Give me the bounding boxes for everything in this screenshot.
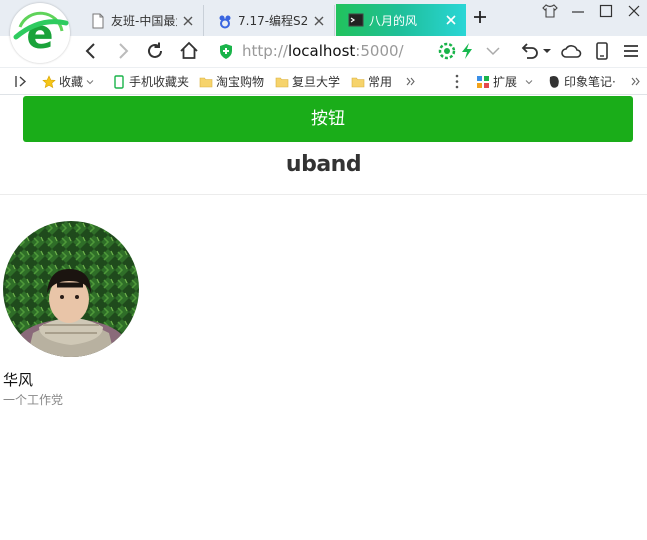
bookmark-label: 淘宝购物 bbox=[216, 75, 265, 89]
avatar bbox=[3, 221, 139, 357]
tab-label: 友班-中国最大 bbox=[111, 14, 177, 28]
maximize-icon[interactable] bbox=[597, 2, 615, 20]
bookmark-label: 收藏 bbox=[59, 75, 84, 89]
tab-uband-home[interactable]: 友班-中国最大 bbox=[78, 5, 204, 36]
page-content: 按钮 uband 华风 一个工作党 bbox=[0, 96, 647, 540]
primary-button[interactable]: 按钮 bbox=[23, 96, 633, 142]
address-bar-row: http://localhost:5000/ bbox=[0, 36, 647, 67]
folder-icon bbox=[199, 77, 213, 87]
url-port: :5000/ bbox=[355, 42, 404, 60]
vertical-dots-icon[interactable] bbox=[452, 73, 462, 90]
sidebar-toggle-icon[interactable] bbox=[14, 73, 28, 90]
chevron-down-icon bbox=[525, 79, 533, 84]
close-icon[interactable] bbox=[444, 13, 458, 27]
bookmark-fudan[interactable]: 复旦大学 bbox=[275, 73, 340, 90]
star-icon bbox=[42, 74, 56, 88]
svg-text:e: e bbox=[26, 12, 53, 58]
lightning-icon[interactable] bbox=[460, 42, 474, 60]
bookmark-taobao[interactable]: 淘宝购物 bbox=[199, 73, 264, 90]
cloud-icon[interactable] bbox=[560, 40, 582, 62]
bookmark-evernote[interactable]: 印象笔记· bbox=[547, 73, 616, 90]
document-icon bbox=[92, 13, 104, 28]
profile-name: 华风 bbox=[3, 371, 34, 389]
chevron-down-icon[interactable] bbox=[542, 46, 552, 56]
bookmark-label: 扩展 bbox=[493, 75, 518, 89]
tab-programming-s2[interactable]: 7.17-编程S2_ bbox=[205, 5, 335, 36]
mobile-icon[interactable] bbox=[591, 40, 613, 62]
bookmark-label: 手机收藏夹 bbox=[129, 75, 190, 89]
extensions-icon bbox=[477, 75, 489, 88]
phone-icon bbox=[114, 74, 124, 89]
tab-strip: e 友班-中国最大 7.17-编程S2_ bbox=[0, 0, 647, 63]
bookmark-favorites[interactable]: 收藏 bbox=[42, 73, 94, 90]
tab-label: 八月的风 bbox=[369, 13, 418, 28]
baidu-paw-icon bbox=[219, 15, 231, 28]
url-host: localhost bbox=[287, 42, 356, 60]
refresh-icon[interactable] bbox=[144, 40, 166, 62]
chevron-down-icon[interactable] bbox=[484, 42, 502, 60]
minimize-icon[interactable] bbox=[569, 2, 587, 20]
back-icon[interactable] bbox=[80, 40, 102, 62]
speed-mode-icon[interactable] bbox=[438, 42, 456, 60]
bookmark-label: 印象笔记· bbox=[564, 75, 616, 89]
bookmark-label: 复旦大学 bbox=[292, 75, 341, 89]
tab-label: 7.17-编程S2_ bbox=[238, 14, 308, 28]
bookmark-mobile[interactable]: 手机收藏夹 bbox=[112, 73, 189, 90]
browser-chrome: e 友班-中国最大 7.17-编程S2_ bbox=[0, 0, 647, 96]
bookmark-label: 常用 bbox=[368, 75, 393, 89]
close-icon[interactable] bbox=[312, 14, 326, 28]
close-icon[interactable] bbox=[181, 14, 195, 28]
more-bookmarks-icon[interactable] bbox=[405, 73, 417, 90]
folder-icon bbox=[351, 77, 365, 87]
undo-icon[interactable] bbox=[518, 40, 540, 62]
bookmarks-bar: 收藏 手机收藏夹 淘宝购物 复旦大学 常用 扩展 印象笔记· bbox=[0, 67, 647, 95]
menu-icon[interactable] bbox=[620, 40, 642, 62]
url-protocol: http:// bbox=[242, 42, 288, 60]
home-icon[interactable] bbox=[178, 40, 200, 62]
brand-logo: uband bbox=[285, 152, 362, 177]
evernote-icon bbox=[549, 75, 559, 88]
divider bbox=[0, 194, 647, 195]
new-tab-icon[interactable] bbox=[472, 9, 488, 25]
bookmark-common[interactable]: 常用 bbox=[351, 73, 392, 90]
close-window-icon[interactable] bbox=[625, 2, 643, 20]
skin-icon[interactable] bbox=[541, 2, 559, 20]
terminal-icon bbox=[348, 13, 364, 27]
browser-logo-icon[interactable]: e bbox=[10, 3, 70, 63]
chevron-down-icon bbox=[86, 79, 94, 84]
tab-august-wind[interactable]: 八月的风 bbox=[336, 4, 466, 36]
folder-icon bbox=[275, 77, 289, 87]
shield-icon bbox=[220, 44, 232, 59]
bookmark-extensions[interactable]: 扩展 bbox=[476, 73, 533, 90]
forward-icon[interactable] bbox=[112, 40, 134, 62]
profile-bio: 一个工作党 bbox=[3, 393, 64, 407]
more-bookmarks-icon[interactable] bbox=[630, 73, 642, 90]
